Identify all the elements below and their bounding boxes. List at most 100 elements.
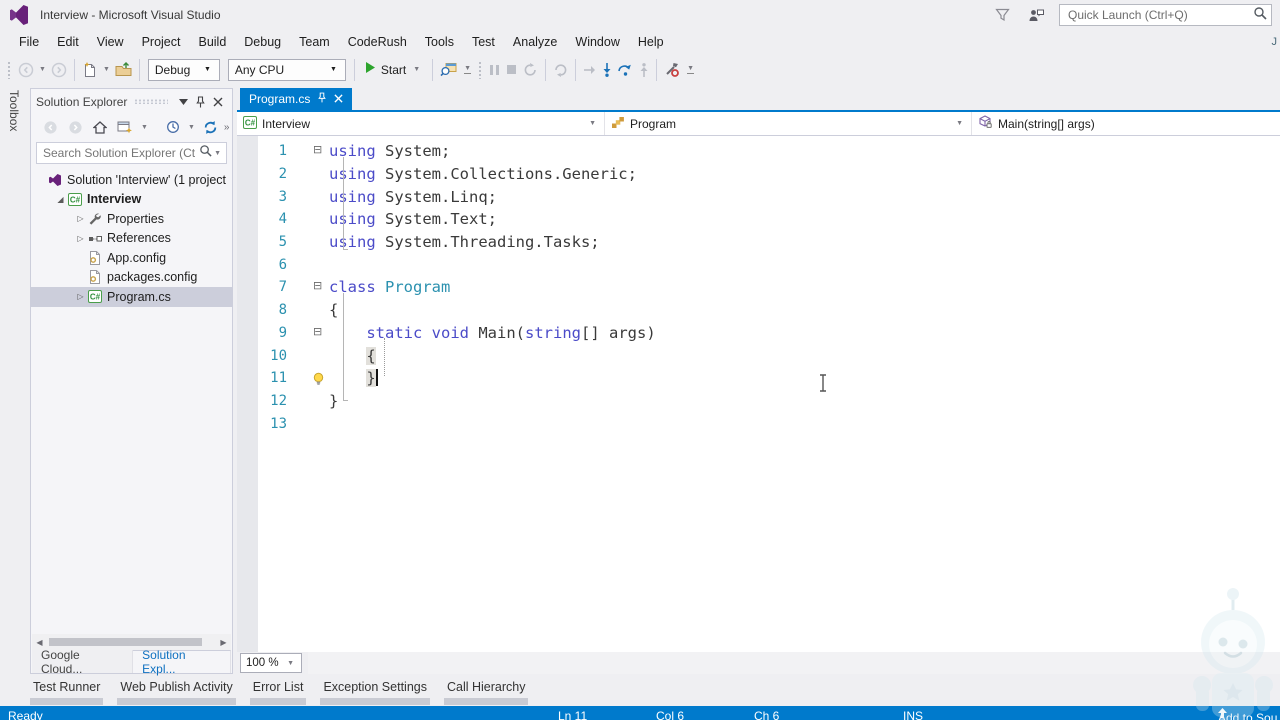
platform-dropdown[interactable]: Any CPU ▼: [228, 59, 346, 81]
search-icon[interactable]: [199, 144, 212, 162]
code-line-1[interactable]: 1⊟using System;: [237, 140, 1280, 163]
se-forward-icon[interactable]: [64, 115, 87, 139]
chevron-down-icon[interactable]: ▼: [188, 124, 195, 131]
toolbar-grip[interactable]: [478, 61, 483, 79]
pending-changes-icon[interactable]: [162, 115, 184, 139]
status-column[interactable]: Col 6: [656, 708, 684, 720]
toolbar-options-icon[interactable]: ▼: [462, 65, 473, 74]
panel-tab-error-list[interactable]: Error List: [250, 679, 307, 705]
step-over-icon[interactable]: [615, 58, 636, 82]
tree-item-interview[interactable]: ◢C#Interview: [31, 190, 232, 210]
new-project-dropdown-icon[interactable]: ▼: [103, 66, 110, 73]
code-line-8[interactable]: 8{: [237, 299, 1280, 322]
code-line-4[interactable]: 4using System.Text;: [237, 208, 1280, 231]
add-to-source-control-button[interactable]: Add to Sou: [1218, 708, 1227, 718]
tool-window-tab-google-cloud[interactable]: Google Cloud...: [32, 650, 133, 673]
code-line-6[interactable]: 6: [237, 253, 1280, 276]
feedback-icon[interactable]: [1025, 3, 1047, 27]
expander-icon[interactable]: ▷: [73, 292, 88, 301]
step-out-icon[interactable]: [636, 58, 652, 82]
menu-item-test[interactable]: Test: [463, 31, 504, 53]
solution-explorer-header[interactable]: Solution Explorer: [31, 89, 232, 114]
toolbar-grip[interactable]: [7, 61, 12, 79]
pin-icon[interactable]: [318, 92, 326, 106]
find-icon[interactable]: [437, 58, 460, 82]
menu-item-analyze[interactable]: Analyze: [504, 31, 566, 53]
quick-launch-input[interactable]: [1068, 8, 1253, 22]
tree-item-app-config[interactable]: App.config: [31, 248, 232, 268]
solution-explorer-search-box[interactable]: ▼: [36, 142, 227, 164]
quick-launch-box[interactable]: [1059, 4, 1272, 26]
code-line-9[interactable]: 9⊟ static void Main(string[] args): [237, 322, 1280, 345]
code-editor[interactable]: 1⊟using System;2using System.Collections…: [237, 136, 1280, 652]
code-line-10[interactable]: 10 {: [237, 344, 1280, 367]
scroll-left-icon[interactable]: ◀: [32, 638, 47, 647]
horizontal-scrollbar[interactable]: [308, 652, 1280, 674]
menu-item-file[interactable]: File: [10, 31, 48, 53]
tree-item-packages-config[interactable]: packages.config: [31, 268, 232, 288]
fold-toggle-icon[interactable]: ⊟: [287, 276, 329, 299]
status-character[interactable]: Ch 6: [754, 708, 779, 720]
step-into-icon[interactable]: [599, 58, 615, 82]
panel-tab-exception-settings[interactable]: Exception Settings: [320, 679, 430, 705]
solution-explorer-search-input[interactable]: [43, 146, 199, 160]
status-line[interactable]: Ln 11: [558, 708, 587, 720]
nav-back-dropdown-icon[interactable]: ▼: [39, 66, 46, 73]
menu-item-edit[interactable]: Edit: [48, 31, 88, 53]
menu-item-build[interactable]: Build: [189, 31, 235, 53]
filter-icon[interactable]: [992, 3, 1013, 27]
nav-type-dropdown[interactable]: Program ▼: [605, 112, 972, 135]
tool-options-icon[interactable]: [661, 58, 683, 82]
nav-project-dropdown[interactable]: C# Interview ▼: [237, 112, 605, 135]
stop-icon[interactable]: [503, 58, 520, 82]
sync-icon[interactable]: [199, 115, 222, 139]
lightbulb-icon[interactable]: [312, 371, 325, 390]
expander-icon[interactable]: ▷: [73, 234, 88, 243]
configuration-dropdown[interactable]: Debug ▼: [148, 59, 220, 81]
toolbox-tab[interactable]: Toolbox: [2, 88, 26, 148]
redo-icon[interactable]: [550, 58, 571, 82]
code-line-11[interactable]: 11 }: [237, 367, 1280, 390]
new-project-icon[interactable]: [79, 58, 101, 82]
fold-toggle-icon[interactable]: ⊟: [287, 322, 329, 345]
expander-icon[interactable]: ◢: [53, 195, 68, 204]
tree-item-program-cs[interactable]: ▷C#Program.cs: [31, 287, 232, 307]
show-all-files-icon[interactable]: [113, 115, 137, 139]
code-line-13[interactable]: 13: [237, 412, 1280, 435]
code-line-5[interactable]: 5using System.Threading.Tasks;: [237, 231, 1280, 254]
close-icon[interactable]: [334, 92, 343, 106]
pause-icon[interactable]: [486, 58, 503, 82]
menu-item-debug[interactable]: Debug: [235, 31, 290, 53]
fold-toggle-icon[interactable]: ⊟: [287, 140, 329, 163]
se-back-icon[interactable]: [39, 115, 62, 139]
scroll-right-icon[interactable]: ▶: [216, 638, 231, 647]
menu-item-coderush[interactable]: CodeRush: [339, 31, 416, 53]
code-line-2[interactable]: 2using System.Collections.Generic;: [237, 163, 1280, 186]
panel-tab-call-hierarchy[interactable]: Call Hierarchy: [444, 679, 529, 705]
expander-icon[interactable]: ▷: [73, 214, 88, 223]
panel-tab-test-runner[interactable]: Test Runner: [30, 679, 103, 705]
chevron-down-icon[interactable]: ▼: [214, 150, 221, 157]
menu-item-project[interactable]: Project: [133, 31, 190, 53]
menu-item-team[interactable]: Team: [290, 31, 339, 53]
code-line-3[interactable]: 3using System.Linq;: [237, 185, 1280, 208]
menu-item-help[interactable]: Help: [629, 31, 673, 53]
nav-forward-icon[interactable]: [48, 58, 70, 82]
tool-window-tab-solution-expl[interactable]: Solution Expl...: [133, 650, 231, 673]
pin-icon[interactable]: [192, 96, 209, 108]
menu-item-window[interactable]: Window: [566, 31, 628, 53]
toolbar-options-icon[interactable]: ▼: [685, 65, 696, 74]
tree-item-properties[interactable]: ▷Properties: [31, 209, 232, 229]
document-tab-programcs[interactable]: Program.cs: [240, 88, 352, 110]
start-debug-button[interactable]: Start ▼: [359, 58, 428, 82]
nav-member-dropdown[interactable]: Main(string[] args): [972, 112, 1280, 135]
open-folder-icon[interactable]: [112, 58, 135, 82]
menu-item-tools[interactable]: Tools: [416, 31, 463, 53]
chevron-down-icon[interactable]: ▼: [141, 124, 148, 131]
show-next-statement-icon[interactable]: [580, 58, 599, 82]
home-icon[interactable]: [89, 115, 111, 139]
menu-item-view[interactable]: View: [88, 31, 133, 53]
search-icon[interactable]: [1253, 6, 1267, 25]
editor-zoom-dropdown[interactable]: 100 % ▼: [240, 653, 302, 673]
window-position-dropdown-icon[interactable]: [175, 99, 192, 105]
